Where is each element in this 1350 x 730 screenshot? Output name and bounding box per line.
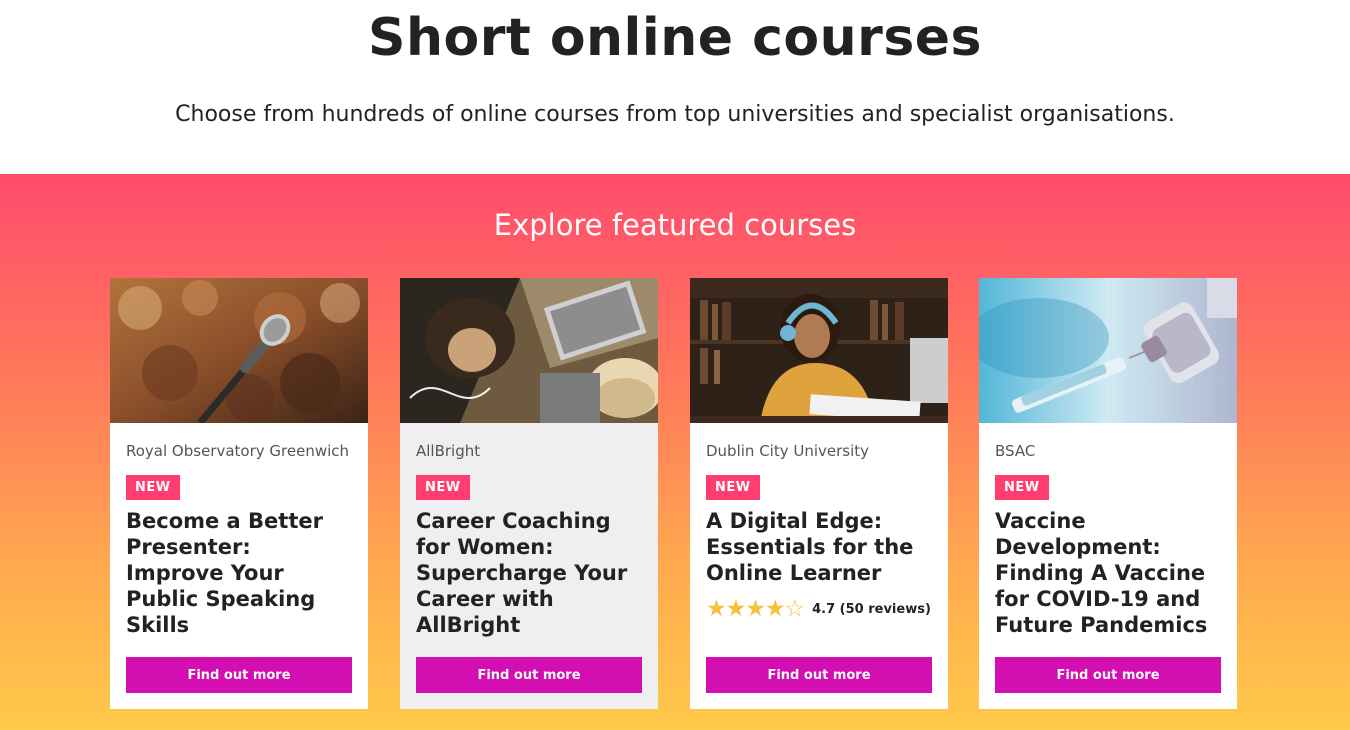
course-provider: Dublin City University (706, 442, 870, 460)
hero-section: Short online courses Choose from hundred… (0, 0, 1350, 174)
course-title[interactable]: Vaccine Development: Finding A Vaccine f… (995, 508, 1221, 638)
new-badge: NEW (126, 475, 180, 500)
find-out-more-button[interactable]: Find out more (995, 657, 1221, 693)
page-subtitle: Choose from hundreds of online courses f… (175, 102, 1175, 127)
find-out-more-button[interactable]: Find out more (416, 657, 642, 693)
course-image-vaccine-syringe[interactable] (979, 278, 1237, 423)
course-provider: Royal Observatory Greenwich (126, 442, 350, 460)
course-image-women-laptop[interactable] (400, 278, 658, 423)
course-title[interactable]: A Digital Edge: Essentials for the Onlin… (706, 508, 932, 586)
new-badge: NEW (416, 475, 470, 500)
new-badge: NEW (706, 475, 760, 500)
course-card[interactable]: Dublin City University NEW A Digital Edg… (690, 278, 948, 709)
star-rating-icon: ★★★★☆ (706, 596, 805, 622)
new-badge: NEW (995, 475, 1049, 500)
course-image-student-headphones[interactable] (690, 278, 948, 423)
course-title[interactable]: Become a Better Presenter: Improve Your … (126, 508, 352, 638)
page-title: Short online courses (368, 8, 982, 68)
find-out-more-button[interactable]: Find out more (126, 657, 352, 693)
find-out-more-button[interactable]: Find out more (706, 657, 932, 693)
course-image-microphone[interactable] (110, 278, 368, 423)
featured-heading: Explore featured courses (493, 208, 857, 242)
course-title[interactable]: Career Coaching for Women: Supercharge Y… (416, 508, 642, 638)
rating-text: 4.7 (50 reviews) (812, 601, 931, 617)
course-provider: AllBright (416, 442, 481, 460)
course-card[interactable]: AllBright NEW Career Coaching for Women:… (400, 278, 658, 709)
course-card[interactable]: BSAC NEW Vaccine Development: Finding A … (979, 278, 1237, 709)
featured-courses-section: Explore featured courses Royal Observato… (0, 174, 1350, 730)
course-card[interactable]: Royal Observatory Greenwich NEW Become a… (110, 278, 368, 709)
course-provider: BSAC (995, 442, 1036, 460)
course-rating: ★★★★☆ 4.7 (50 reviews) (706, 596, 932, 622)
